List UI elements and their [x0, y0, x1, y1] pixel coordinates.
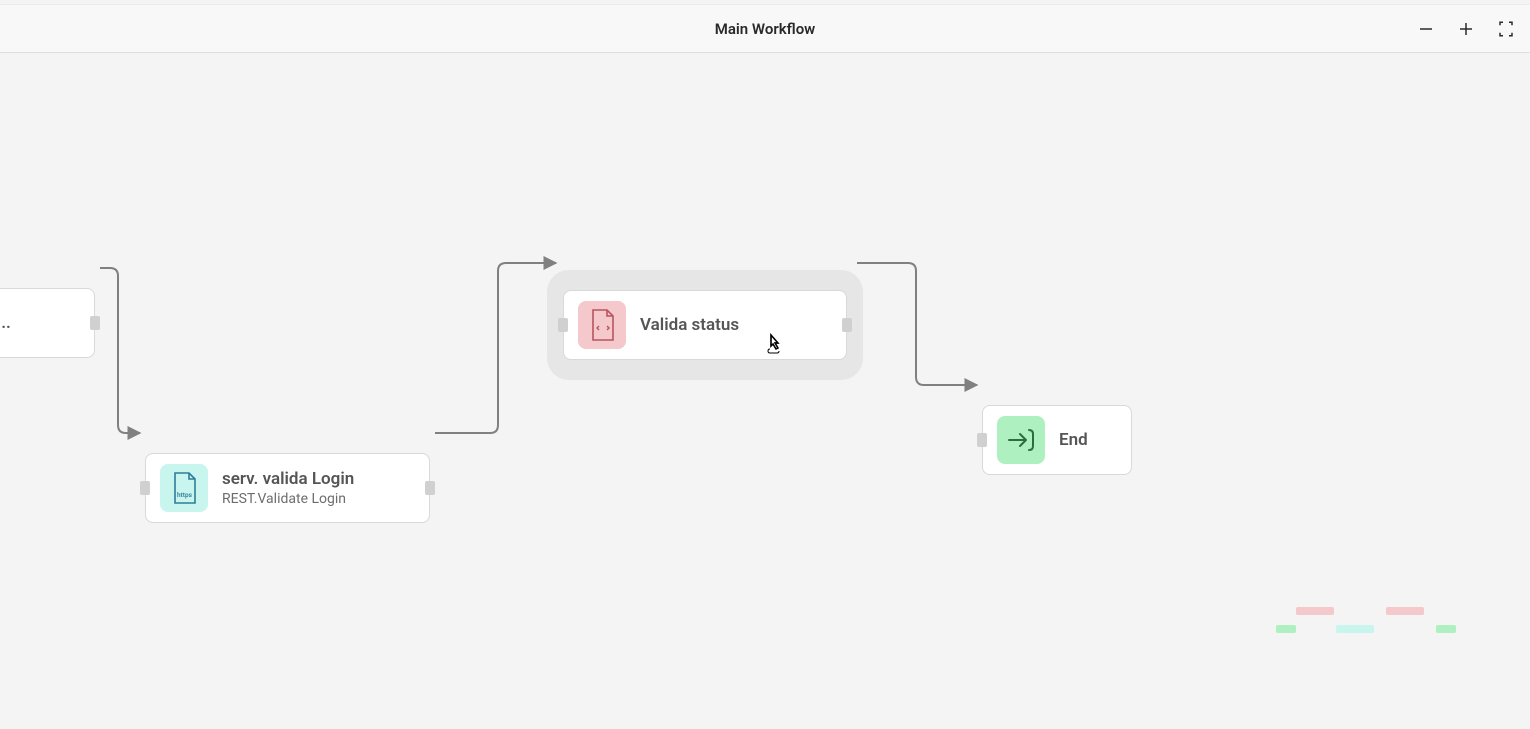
port-out[interactable]: [842, 318, 852, 332]
zoom-in-button[interactable]: [1454, 17, 1478, 41]
header-bar: Main Workflow: [0, 4, 1530, 53]
edge-user-to-serv: [100, 268, 140, 433]
minimap-node: [1336, 625, 1374, 633]
node-end-labels: End: [1059, 430, 1088, 450]
node-end-title: End: [1059, 430, 1088, 450]
https-file-icon: https: [160, 464, 208, 512]
minimap-node: [1276, 625, 1296, 633]
minimap-node: [1386, 607, 1424, 615]
header-actions: [1414, 5, 1518, 52]
end-arrow-icon: [997, 416, 1045, 464]
plus-icon: [1457, 20, 1475, 38]
zoom-out-button[interactable]: [1414, 17, 1438, 41]
node-end[interactable]: End: [982, 405, 1132, 475]
node-valida-labels: Valida status: [640, 315, 739, 335]
minus-icon: [1417, 20, 1435, 38]
node-user-title: user y ...: [0, 313, 11, 333]
port-out[interactable]: [425, 481, 435, 495]
port-in[interactable]: [140, 481, 150, 495]
minimap-node: [1296, 607, 1334, 615]
node-valida-title: Valida status: [640, 315, 739, 335]
workflow-title: Main Workflow: [715, 20, 816, 38]
svg-text:https: https: [177, 491, 193, 499]
minimap-node: [1436, 625, 1456, 633]
fullscreen-button[interactable]: [1494, 17, 1518, 41]
port-in[interactable]: [977, 433, 987, 447]
node-valida-status-highlight: Valida status: [547, 270, 863, 380]
node-user[interactable]: user y ...: [0, 288, 95, 358]
edge-serv-to-valida: [435, 263, 556, 433]
node-serv-labels: serv. valida Login REST.Validate Login: [222, 469, 354, 507]
code-file-icon: [578, 301, 626, 349]
node-serv-valida-login[interactable]: https serv. valida Login REST.Validate L…: [145, 453, 430, 523]
node-valida-status[interactable]: Valida status: [563, 290, 847, 360]
edge-valida-to-end: [857, 263, 977, 385]
expand-icon: [1497, 20, 1515, 38]
node-serv-subtitle: REST.Validate Login: [222, 491, 354, 507]
port-in[interactable]: [558, 318, 568, 332]
workflow-canvas-frame: Main Workflow: [0, 0, 1530, 729]
node-serv-title: serv. valida Login: [222, 469, 354, 489]
workflow-canvas[interactable]: user y ... https serv. valida Login REST…: [0, 55, 1530, 729]
port-out[interactable]: [90, 316, 100, 330]
minimap[interactable]: [1276, 607, 1476, 657]
